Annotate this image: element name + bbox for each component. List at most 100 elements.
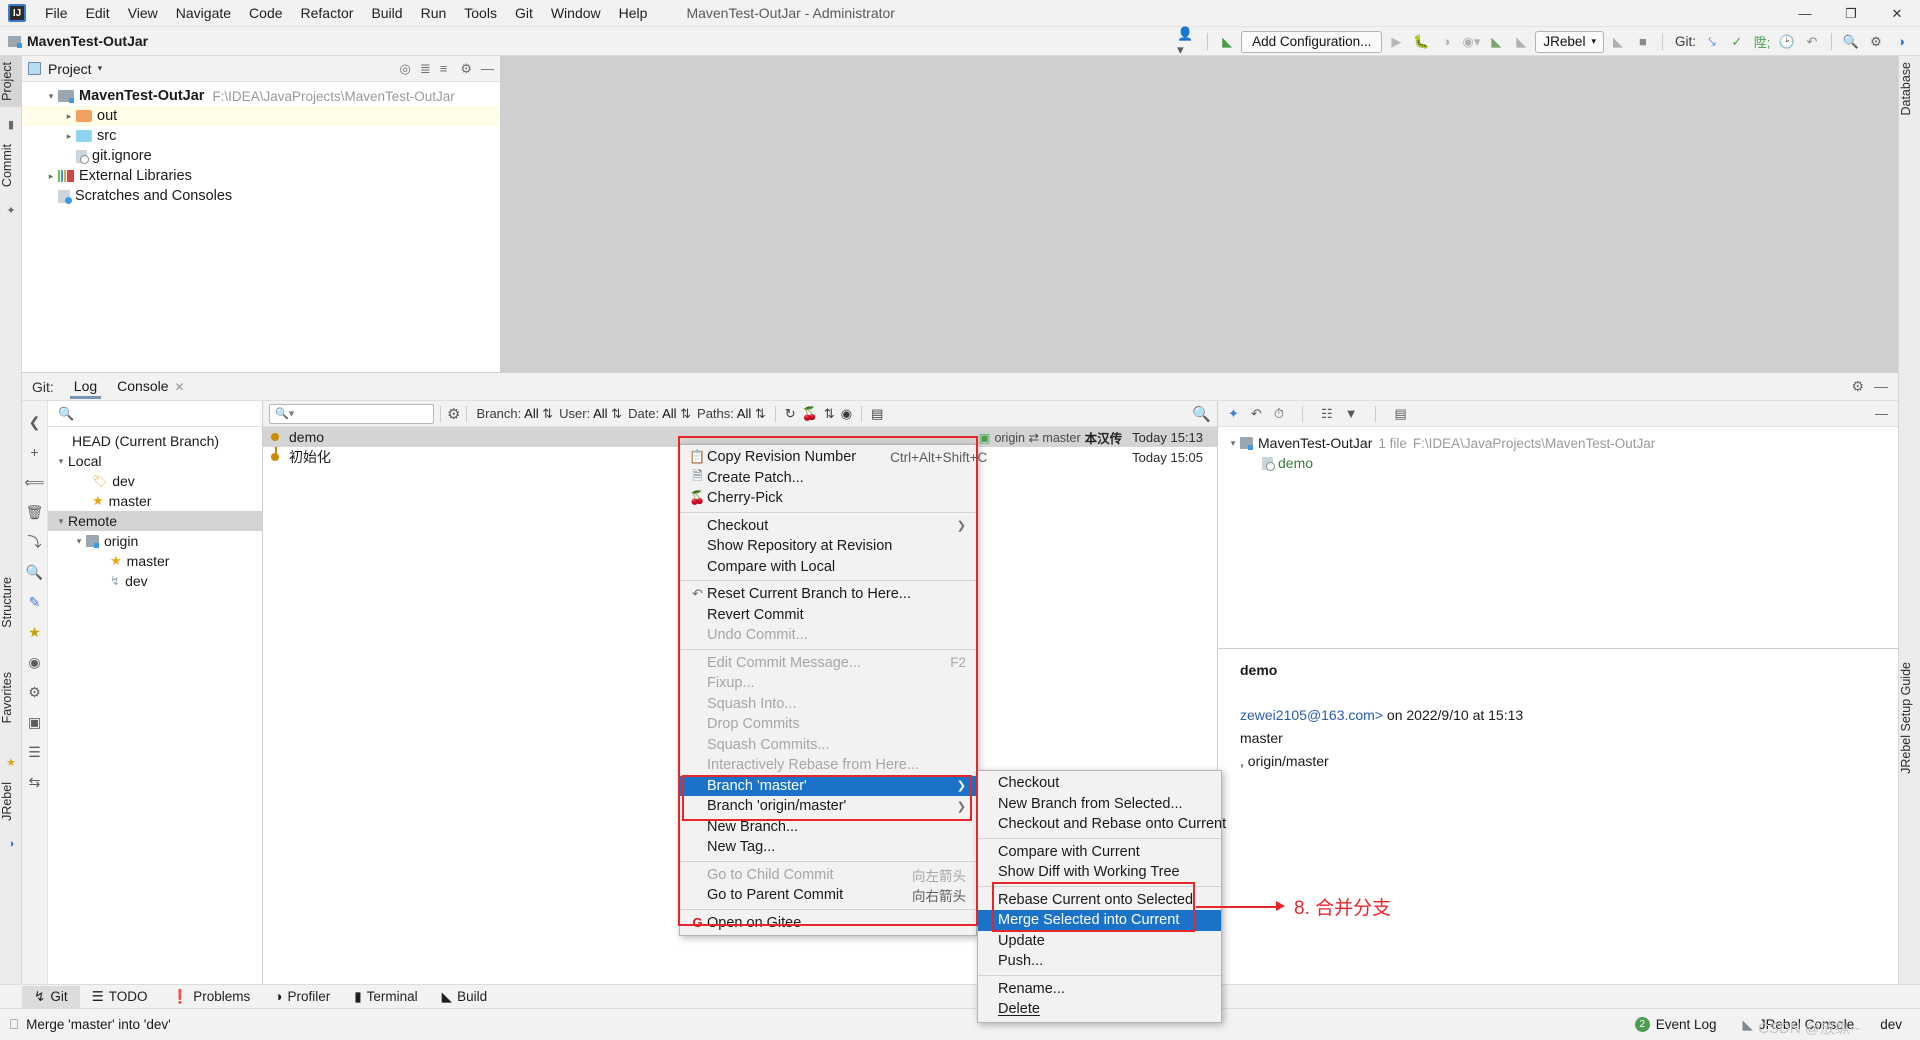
sidebar-item-structure[interactable]: Structure xyxy=(0,571,22,634)
menu-run[interactable]: Run xyxy=(412,2,456,24)
submenu-item-new-branch-from-selected[interactable]: New Branch from Selected... xyxy=(978,794,1221,815)
jrebel-status-icon[interactable]: ◑ xyxy=(1890,31,1912,53)
menu-view[interactable]: View xyxy=(119,2,167,24)
branch-row-remote[interactable]: Remote xyxy=(48,511,262,531)
chevron-right-icon[interactable] xyxy=(62,131,76,142)
tab-console[interactable]: Console ✕ xyxy=(109,374,192,399)
menu-git[interactable]: Git xyxy=(506,2,542,24)
submenu-item-rename[interactable]: Rename... xyxy=(978,979,1221,1000)
locate-icon[interactable]: ◎ xyxy=(400,61,411,77)
chevron-down-icon[interactable] xyxy=(72,536,86,547)
bottom-tab-git[interactable]: ↯ Git xyxy=(22,985,80,1008)
menu-item-branch-origin-master[interactable]: Branch 'origin/master' ❯ xyxy=(680,796,976,817)
bottom-tab-problems[interactable]: ❗ Problems xyxy=(159,986,262,1008)
changed-files-root-row[interactable]: MavenTest-OutJar 1 file F:\IDEA\JavaProj… xyxy=(1218,433,1898,453)
commit-context-menu[interactable]: 📋 Copy Revision Number Ctrl+Alt+Shift+C … xyxy=(679,444,987,936)
merge-icon[interactable]: ⤵ xyxy=(22,527,47,557)
chevron-down-icon[interactable] xyxy=(54,516,68,527)
search-everywhere-icon[interactable]: 🔍 xyxy=(1840,31,1862,53)
group-by-directory-icon[interactable]: ☷ xyxy=(1321,406,1333,422)
chevron-down-icon[interactable] xyxy=(54,456,68,467)
filter-rows-icon[interactable]: ☰ xyxy=(22,737,47,767)
filter-user[interactable]: User: All ⇅ xyxy=(559,406,622,422)
chevron-right-icon[interactable] xyxy=(44,171,58,182)
project-chip[interactable]: MavenTest-OutJar xyxy=(8,33,148,49)
changed-file-row[interactable]: demo xyxy=(1218,453,1898,473)
collapse-graph-icon[interactable]: ⇅ xyxy=(824,406,835,422)
chevron-right-icon[interactable] xyxy=(62,111,76,122)
sidebar-item-commit[interactable]: Commit xyxy=(0,138,22,193)
stop-icon[interactable]: ■ xyxy=(1632,31,1654,53)
filter-changes-icon[interactable]: ▼ xyxy=(1345,406,1358,421)
log-settings-gear-icon[interactable]: ⚙ xyxy=(447,405,460,423)
tree-row-project[interactable]: MavenTest-OutJar F:\IDEA\JavaProjects\Ma… xyxy=(22,86,500,106)
menu-item-cherry-pick[interactable]: 🍒 Cherry-Pick xyxy=(680,488,976,509)
presentation-icon[interactable]: ▣ xyxy=(22,707,47,737)
submenu-item-update[interactable]: Update xyxy=(978,931,1221,952)
menu-item-checkout[interactable]: Checkout ❯ xyxy=(680,516,976,537)
git-window-settings-gear-icon[interactable]: ⚙ xyxy=(1851,378,1864,395)
status-branch-label[interactable]: dev xyxy=(1880,1017,1902,1032)
tree-row-out[interactable]: out xyxy=(22,106,500,126)
maximize-button[interactable]: ❐ xyxy=(1828,0,1874,27)
run-icon[interactable]: ▶ xyxy=(1385,31,1407,53)
group-icon[interactable]: ◉ xyxy=(22,647,47,677)
submenu-item-compare-with-current[interactable]: Compare with Current xyxy=(978,842,1221,863)
commit-author-email[interactable]: zewei2105@163.com> xyxy=(1240,707,1383,723)
jrebel-combo[interactable]: JRebel ▾ xyxy=(1535,30,1604,53)
history-icon[interactable]: ⏱ xyxy=(1274,406,1284,422)
expand-changes-icon[interactable]: ✦ xyxy=(1228,406,1239,422)
menu-item-reset-current-branch-to-here[interactable]: ↶ Reset Current Branch to Here... xyxy=(680,584,976,605)
tab-log[interactable]: Log xyxy=(66,374,105,399)
menu-item-branch-master[interactable]: Branch 'master' ❯ xyxy=(680,775,976,796)
git-push-icon[interactable]: 陞; xyxy=(1751,31,1773,53)
preview-diff-icon[interactable]: ▤ xyxy=(1394,406,1406,422)
jrebel-run-icon[interactable]: ◣ xyxy=(1485,31,1507,53)
sidebar-item-jrebel-setup-guide[interactable]: JRebel Setup Guide xyxy=(1899,656,1920,780)
checkout-icon[interactable]: ⟸ xyxy=(22,467,47,497)
menu-item-revert-commit[interactable]: Revert Commit xyxy=(680,605,976,626)
search-icon[interactable]: 🔍 xyxy=(22,557,47,587)
git-window-hide-icon[interactable]: — xyxy=(1874,378,1888,395)
sidebar-item-jrebel[interactable]: JRebel xyxy=(0,776,22,827)
branch-search-box[interactable]: 🔍 xyxy=(48,401,262,427)
project-settings-gear-icon[interactable]: ⚙ xyxy=(460,61,472,77)
filter-paths[interactable]: Paths: All ⇅ xyxy=(697,406,766,422)
branch-row-origin[interactable]: origin xyxy=(48,531,262,551)
branch-row-local-master[interactable]: ★ master xyxy=(48,491,262,511)
git-rollback-icon[interactable]: ↶ xyxy=(1801,31,1823,53)
favorite-star-icon[interactable]: ★ xyxy=(22,617,47,647)
branch-row-local-dev[interactable]: 🏷 dev xyxy=(48,471,262,491)
branch-settings-gear-icon[interactable]: ⚙ xyxy=(22,677,47,707)
menu-item-new-branch[interactable]: New Branch... xyxy=(680,817,976,838)
menu-item-copy-revision-number[interactable]: 📋 Copy Revision Number Ctrl+Alt+Shift+C xyxy=(680,447,987,468)
delete-branch-icon[interactable]: 🗑 xyxy=(22,497,47,527)
profile-icon[interactable]: ◉▾ xyxy=(1460,31,1482,53)
detail-hide-icon[interactable]: — xyxy=(1875,406,1888,421)
sidebar-item-database[interactable]: Database xyxy=(1899,56,1920,122)
menu-item-open-on-gitee[interactable]: G Open on Gitee xyxy=(680,913,976,934)
bottom-tab-todo[interactable]: ☰ TODO xyxy=(80,986,160,1008)
menu-code[interactable]: Code xyxy=(240,2,291,24)
cherry-pick-icon[interactable]: 🍒 xyxy=(802,406,818,422)
submenu-item-checkout[interactable]: Checkout xyxy=(978,773,1221,794)
menu-file[interactable]: File xyxy=(36,2,77,24)
menu-item-go-to-parent-commit[interactable]: Go to Parent Commit 向右箭头 xyxy=(680,885,976,906)
branch-row-origin-dev[interactable]: ↯ dev xyxy=(48,571,262,591)
collapse-branches-icon[interactable]: ❮ xyxy=(22,407,47,437)
sidebar-item-favorites[interactable]: Favorites xyxy=(0,666,22,729)
attach-icon[interactable]: ◣ xyxy=(1607,31,1629,53)
submenu-item-show-diff-with-working-tree[interactable]: Show Diff with Working Tree xyxy=(978,862,1221,883)
menu-item-create-patch[interactable]: 🗎 Create Patch... xyxy=(680,468,976,489)
menu-refactor[interactable]: Refactor xyxy=(292,2,363,24)
tree-row-scratches[interactable]: Scratches and Consoles xyxy=(22,186,500,206)
menu-item-show-repository-at-revision[interactable]: Show Repository at Revision xyxy=(680,536,976,557)
jrebel-debug-icon[interactable]: ◣ xyxy=(1510,31,1532,53)
log-search-action-icon[interactable]: 🔍 xyxy=(1192,405,1211,423)
settings-gear-icon[interactable]: ⚙ xyxy=(1865,31,1887,53)
edit-icon[interactable]: ✎ xyxy=(22,587,47,617)
menu-window[interactable]: Window xyxy=(542,2,610,24)
branch-row-head[interactable]: HEAD (Current Branch) xyxy=(48,431,262,451)
toggle-details-icon[interactable]: ▤ xyxy=(871,406,883,422)
bottom-tab-profiler[interactable]: ◑ Profiler xyxy=(262,986,342,1007)
